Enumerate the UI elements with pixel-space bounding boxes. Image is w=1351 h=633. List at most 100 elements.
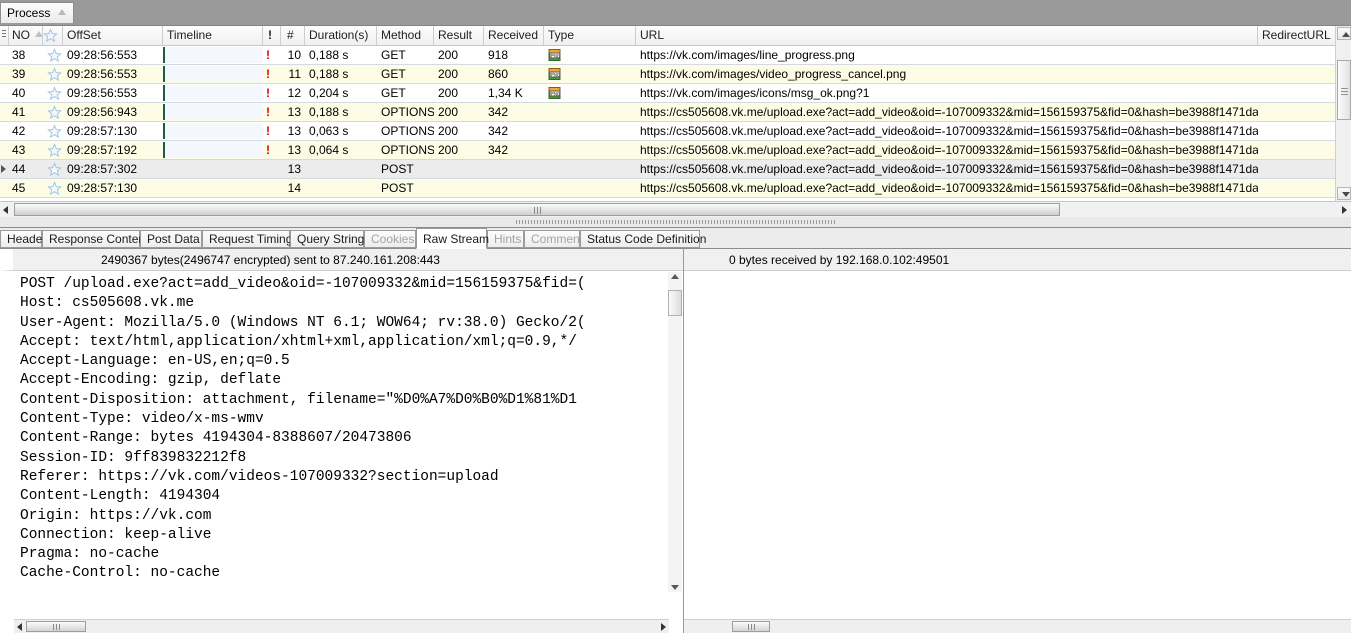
cell-result: 200: [438, 67, 459, 81]
grid-header-row: NO OffSet Timeline ! # Duration(s) Metho…: [0, 26, 1351, 46]
favorite-star-icon[interactable]: [43, 65, 63, 83]
sort-triangle-icon: [35, 31, 42, 37]
grid-column-header[interactable]: URL: [636, 26, 1258, 45]
cell-type: [544, 122, 636, 140]
detail-tab-status-code-definition[interactable]: Status Code Definition: [580, 230, 706, 248]
cell-warn: !: [263, 65, 281, 83]
scroll-right-arrow-icon[interactable]: [661, 623, 666, 631]
grid-column-header[interactable]: !: [263, 26, 281, 45]
cell-received: 342: [488, 143, 509, 157]
favorite-star-icon[interactable]: [43, 179, 63, 197]
binary-preview-horizontal-scrollbar[interactable]: [14, 619, 669, 633]
detail-tab-bar[interactable]: Header Response Content Post Data Request T…: [0, 228, 1351, 249]
cell-offset: 09:28:56:553: [67, 48, 138, 62]
cell-num: 14: [287, 181, 301, 195]
cell-duration: [305, 179, 377, 197]
raw-header-line: Accept-Language: en-US,en;q=0.5: [20, 353, 290, 370]
favorite-star-icon[interactable]: [43, 141, 63, 159]
requests-grid[interactable]: NO OffSet Timeline ! # Duration(s) Metho…: [0, 25, 1351, 201]
grid-column-header[interactable]: Received: [484, 26, 544, 45]
cell-no: 39: [12, 67, 26, 81]
favorite-star-icon[interactable]: [43, 103, 63, 121]
scroll-left-arrow-icon[interactable]: [3, 206, 8, 214]
cell-timeline: [163, 179, 263, 197]
cell-url: https://vk.com/images/video_progress_can…: [640, 67, 907, 81]
scroll-left-arrow-icon[interactable]: [17, 623, 22, 631]
table-row[interactable]: 43 09:28:57:192! 13 0,064 s OPTIONS 200 342 htt…: [0, 141, 1351, 160]
scroll-down-arrow-icon[interactable]: [671, 585, 679, 590]
cell-url: https://cs505608.vk.me/upload.exe?act=ad…: [640, 181, 1258, 195]
cell-url: https://vk.com/images/line_progress.png: [640, 48, 855, 62]
cell-warn: !: [263, 122, 281, 140]
table-row[interactable]: 45 09:28:57:130 14 POST https://cs505608.vk.…: [0, 179, 1351, 198]
vertical-scroll-thumb[interactable]: [1337, 60, 1351, 120]
horizontal-scroll-thumb[interactable]: [14, 203, 1060, 216]
raw-stream-vertical-scrollbar[interactable]: [668, 272, 682, 592]
scroll-up-button[interactable]: [1337, 27, 1351, 40]
grid-column-header[interactable]: Type: [544, 26, 636, 45]
table-row[interactable]: 42 09:28:57:130! 13 0,063 s OPTIONS 200 342 htt…: [0, 122, 1351, 141]
cell-timeline: [163, 103, 263, 121]
response-content-area[interactable]: [684, 271, 1350, 619]
raw-stream-text[interactable]: POST /upload.exe?act=add_video&oid=-1070…: [0, 271, 683, 611]
grid-column-header[interactable]: Timeline: [163, 26, 263, 45]
detail-tab-raw-stream[interactable]: Raw Stream: [416, 228, 489, 249]
raw-stream-response-pane: 0 bytes received by 192.168.0.102:49501: [683, 248, 1351, 633]
table-row[interactable]: 40 09:28:56:553! 12 0,204 s GET 200 1,34 K PNG h…: [0, 84, 1351, 103]
cell-offset: 09:28:57:130: [67, 124, 138, 138]
raw-header-line: Cache-Control: no-cache: [20, 565, 221, 582]
favorite-star-icon[interactable]: [43, 122, 63, 140]
raw-scroll-thumb[interactable]: [668, 290, 682, 316]
grid-column-header[interactable]: #: [281, 26, 305, 45]
cell-offset: 09:28:57:130: [67, 181, 138, 195]
scroll-down-button[interactable]: [1337, 187, 1351, 200]
grid-column-header[interactable]: Method: [377, 26, 434, 45]
grid-horizontal-scrollbar[interactable]: [0, 201, 1351, 217]
detail-tab-request-timing[interactable]: Request Timing: [202, 230, 292, 248]
response-status-bar: 0 bytes received by 192.168.0.102:49501: [684, 249, 1351, 271]
grid-column-header[interactable]: Result: [434, 26, 484, 45]
timeline-bar: [163, 47, 263, 63]
cell-offset: 09:28:56:943: [67, 105, 138, 119]
pane-splitter[interactable]: [0, 217, 1351, 228]
table-row[interactable]: 41 09:28:56:943! 13 0,188 s OPTIONS 200 342 htt…: [0, 103, 1351, 122]
cell-timeline: [163, 84, 263, 102]
raw-header-line: Session-ID: 9ff839832212f8: [20, 449, 247, 466]
scroll-up-arrow-icon[interactable]: [671, 274, 679, 279]
scroll-right-arrow-icon[interactable]: [1342, 206, 1347, 214]
grid-column-header[interactable]: OffSet: [63, 26, 163, 45]
grid-body[interactable]: 38 09:28:56:553! 10 0,188 s GET 200 918 PNG http…: [0, 46, 1351, 198]
timeline-bar: [163, 104, 263, 120]
detail-tab-header[interactable]: Header: [0, 230, 46, 248]
favorite-star-icon[interactable]: [43, 46, 63, 64]
cell-num: 12: [287, 86, 301, 100]
cell-method: OPTIONS: [381, 105, 434, 119]
table-row[interactable]: 44 09:28:57:302 13 POST https://cs505608.vk.…: [0, 160, 1351, 179]
grid-column-header[interactable]: RedirectURL: [1258, 26, 1335, 45]
cell-result: 200: [438, 143, 459, 157]
detail-tab-response-content[interactable]: Response Content: [42, 230, 148, 248]
favorite-star-icon[interactable]: [43, 160, 63, 178]
timeline-bar: [163, 123, 263, 139]
cell-warn: !: [263, 141, 281, 159]
response-scroll-thumb[interactable]: [732, 621, 770, 632]
raw-header-line: Content-Disposition: attachment, filenam…: [20, 391, 577, 408]
grid-column-header[interactable]: Duration(s): [305, 26, 377, 45]
raw-header-line: Origin: https://vk.com: [20, 507, 212, 524]
binary-scroll-thumb[interactable]: [26, 621, 86, 632]
response-horizontal-scrollbar[interactable]: [684, 619, 1351, 633]
cell-timeline: [163, 46, 263, 64]
detail-tab-query-string[interactable]: Query String: [290, 230, 364, 248]
favorite-star-icon[interactable]: [43, 84, 63, 102]
raw-header-line: Pragma: no-cache: [20, 546, 160, 563]
tab-process[interactable]: Process: [0, 2, 74, 23]
grid-vertical-scrollbar[interactable]: [1335, 26, 1351, 201]
table-row[interactable]: 38 09:28:56:553! 10 0,188 s GET 200 918 PNG http…: [0, 46, 1351, 65]
warning-exclamation-icon: !: [266, 86, 270, 100]
sort-ascending-triangle-icon: [58, 9, 66, 15]
application-window: Process NO OffSet Timeline ! # Duration(…: [0, 0, 1351, 633]
raw-header-line: Content-Type: video/x-ms-wmv: [20, 411, 264, 428]
detail-tab-post-data[interactable]: Post Data: [140, 230, 202, 248]
table-row[interactable]: 39 09:28:56:553! 11 0,188 s GET 200 860 PNG http…: [0, 65, 1351, 84]
cell-num: 13: [287, 124, 301, 138]
